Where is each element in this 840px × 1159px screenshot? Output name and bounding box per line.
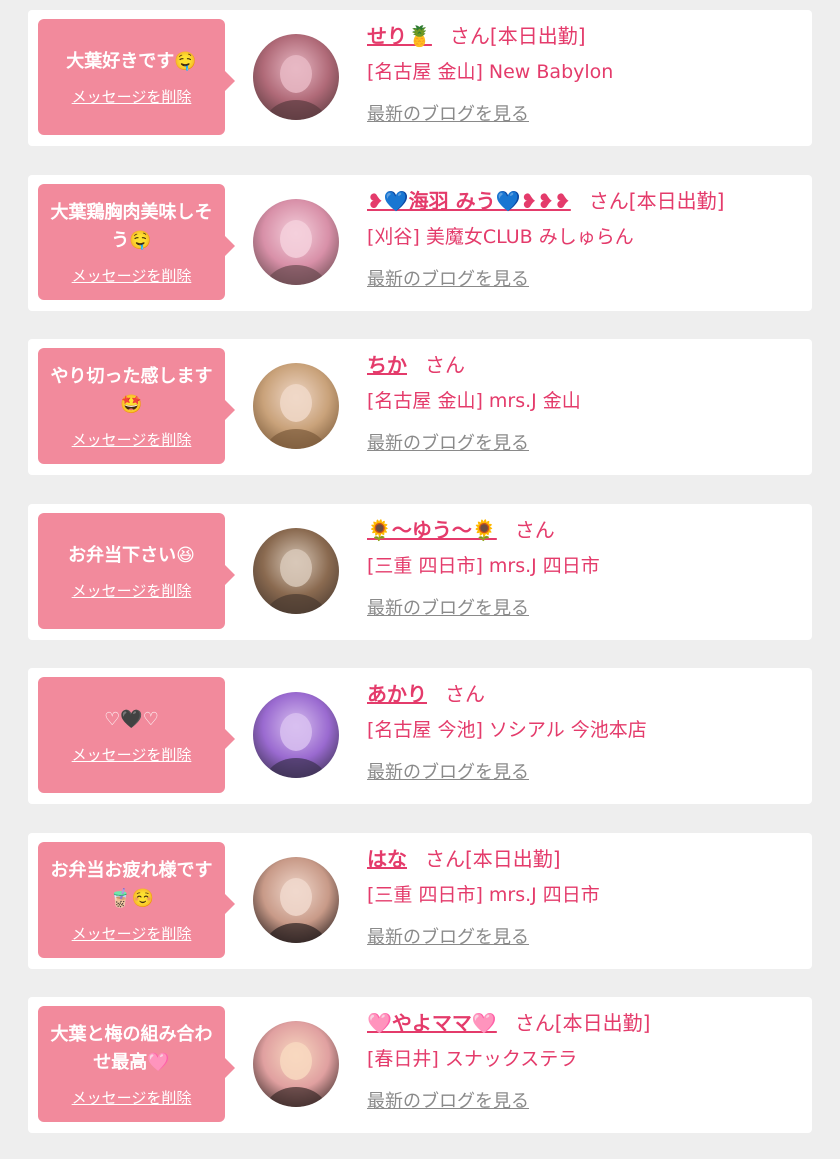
- profile-info: ちか さん [名古屋 金山] mrs.J 金山 最新のブログを見る: [367, 347, 797, 455]
- honorific-status: さん: [425, 353, 465, 377]
- message-card: ♡🖤♡ メッセージを削除 あかり さん [名古屋 今池] ソシアル 今池本店 最…: [28, 668, 812, 804]
- message-text: ♡🖤♡: [104, 708, 159, 730]
- message-bubble: 大葉好きです🤤 メッセージを削除: [38, 19, 235, 135]
- delete-message-link[interactable]: メッセージを削除: [72, 744, 192, 765]
- girl-name-link[interactable]: はな: [367, 847, 407, 871]
- latest-blog-link[interactable]: 最新のブログを見る: [367, 923, 529, 949]
- honorific-status: さん[本日出勤]: [514, 1011, 651, 1035]
- message-text: 大葉鶏胸肉美味しそう🤤: [50, 201, 213, 251]
- shop-name: [名古屋 金山] New Babylon: [367, 61, 614, 83]
- avatar-image: [253, 363, 339, 449]
- delete-message-link[interactable]: メッセージを削除: [72, 265, 192, 286]
- delete-message-link[interactable]: メッセージを削除: [72, 429, 192, 450]
- name-line: ちか さん: [367, 347, 797, 383]
- shop-name: [刈谷] 美魔女CLUB みしゅらん: [367, 226, 634, 248]
- honorific-status: さん[本日出勤]: [588, 189, 725, 213]
- delete-message-link[interactable]: メッセージを削除: [72, 923, 192, 944]
- message-text: 大葉と梅の組み合わせ最高🩷: [50, 1023, 213, 1073]
- avatar[interactable]: [253, 363, 339, 449]
- honorific-status: さん[本日出勤]: [449, 24, 586, 48]
- message-text: お弁当お疲れ様です🧋☺️: [50, 859, 213, 909]
- message-bubble: 大葉鶏胸肉美味しそう🤤 メッセージを削除: [38, 184, 235, 300]
- message-card: 大葉と梅の組み合わせ最高🩷 メッセージを削除 🩷やよママ🩷 さん[本日出勤] […: [28, 997, 812, 1133]
- avatar[interactable]: [253, 857, 339, 943]
- latest-blog-link[interactable]: 最新のブログを見る: [367, 594, 529, 620]
- avatar-image: [253, 1021, 339, 1107]
- shop-name: [春日井] スナックステラ: [367, 1048, 578, 1070]
- message-card: やり切った感します🤩 メッセージを削除 ちか さん [名古屋 金山] mrs.J…: [28, 339, 812, 475]
- name-line: 🩷やよママ🩷 さん[本日出勤]: [367, 1005, 797, 1041]
- delete-message-link[interactable]: メッセージを削除: [72, 1087, 192, 1108]
- shop-name: [三重 四日市] mrs.J 四日市: [367, 555, 600, 577]
- message-text: やり切った感します🤩: [50, 365, 213, 415]
- latest-blog-link[interactable]: 最新のブログを見る: [367, 265, 529, 291]
- name-line: あかり さん: [367, 676, 797, 712]
- latest-blog-link[interactable]: 最新のブログを見る: [367, 100, 529, 126]
- message-text: お弁当下さい😆: [68, 544, 195, 566]
- girl-name-link[interactable]: あかり: [367, 682, 427, 706]
- profile-info: 🩷やよママ🩷 さん[本日出勤] [春日井] スナックステラ 最新のブログを見る: [367, 1005, 797, 1113]
- shop-name: [名古屋 金山] mrs.J 金山: [367, 390, 581, 412]
- profile-info: 🌻〜ゆう〜🌻 さん [三重 四日市] mrs.J 四日市 最新のブログを見る: [367, 512, 797, 620]
- girl-name-link[interactable]: 🩷やよママ🩷: [367, 1011, 497, 1035]
- name-line: ❥💙海羽 みう💙❥❥❥ さん[本日出勤]: [367, 183, 797, 219]
- message-bubble: お弁当下さい😆 メッセージを削除: [38, 513, 235, 629]
- message-bubble: お弁当お疲れ様です🧋☺️ メッセージを削除: [38, 842, 235, 958]
- girl-name-link[interactable]: せり🍍: [367, 24, 432, 48]
- honorific-status: さん[本日出勤]: [425, 847, 561, 871]
- honorific-status: さん: [445, 682, 485, 706]
- profile-info: あかり さん [名古屋 今池] ソシアル 今池本店 最新のブログを見る: [367, 676, 797, 784]
- delete-message-link[interactable]: メッセージを削除: [72, 580, 192, 601]
- profile-info: はな さん[本日出勤] [三重 四日市] mrs.J 四日市 最新のブログを見る: [367, 841, 797, 949]
- message-bubble: ♡🖤♡ メッセージを削除: [38, 677, 235, 793]
- avatar-image: [253, 692, 339, 778]
- name-line: せり🍍 さん[本日出勤]: [367, 18, 797, 54]
- message-card: お弁当下さい😆 メッセージを削除 🌻〜ゆう〜🌻 さん [三重 四日市] mrs.…: [28, 504, 812, 640]
- message-bubble: 大葉と梅の組み合わせ最高🩷 メッセージを削除: [38, 1006, 235, 1122]
- latest-blog-link[interactable]: 最新のブログを見る: [367, 1087, 529, 1113]
- avatar[interactable]: [253, 692, 339, 778]
- message-card: お弁当お疲れ様です🧋☺️ メッセージを削除 はな さん[本日出勤] [三重 四日…: [28, 833, 812, 969]
- honorific-status: さん: [514, 518, 555, 542]
- message-card: 大葉好きです🤤 メッセージを削除 せり🍍 さん[本日出勤] [名古屋 金山] N…: [28, 10, 812, 146]
- girl-name-link[interactable]: 🌻〜ゆう〜🌻: [367, 518, 497, 542]
- shop-name: [名古屋 今池] ソシアル 今池本店: [367, 719, 647, 741]
- latest-blog-link[interactable]: 最新のブログを見る: [367, 758, 529, 784]
- message-card: 大葉鶏胸肉美味しそう🤤 メッセージを削除 ❥💙海羽 みう💙❥❥❥ さん[本日出勤…: [28, 175, 812, 311]
- profile-info: ❥💙海羽 みう💙❥❥❥ さん[本日出勤] [刈谷] 美魔女CLUB みしゅらん 最…: [367, 183, 797, 291]
- profile-info: せり🍍 さん[本日出勤] [名古屋 金山] New Babylon 最新のブログを…: [367, 18, 797, 126]
- shop-name: [三重 四日市] mrs.J 四日市: [367, 884, 600, 906]
- avatar-image: [253, 857, 339, 943]
- avatar-image: [253, 199, 339, 285]
- message-bubble: やり切った感します🤩 メッセージを削除: [38, 348, 235, 464]
- delete-message-link[interactable]: メッセージを削除: [72, 86, 192, 107]
- girl-name-link[interactable]: ❥💙海羽 みう💙❥❥❥: [367, 189, 571, 213]
- avatar[interactable]: [253, 1021, 339, 1107]
- avatar-image: [253, 528, 339, 614]
- avatar[interactable]: [253, 528, 339, 614]
- girl-name-link[interactable]: ちか: [367, 353, 407, 377]
- name-line: 🌻〜ゆう〜🌻 さん: [367, 512, 797, 548]
- latest-blog-link[interactable]: 最新のブログを見る: [367, 429, 529, 455]
- name-line: はな さん[本日出勤]: [367, 841, 797, 877]
- avatar[interactable]: [253, 34, 339, 120]
- avatar[interactable]: [253, 199, 339, 285]
- message-text: 大葉好きです🤤: [66, 50, 197, 72]
- avatar-image: [253, 34, 339, 120]
